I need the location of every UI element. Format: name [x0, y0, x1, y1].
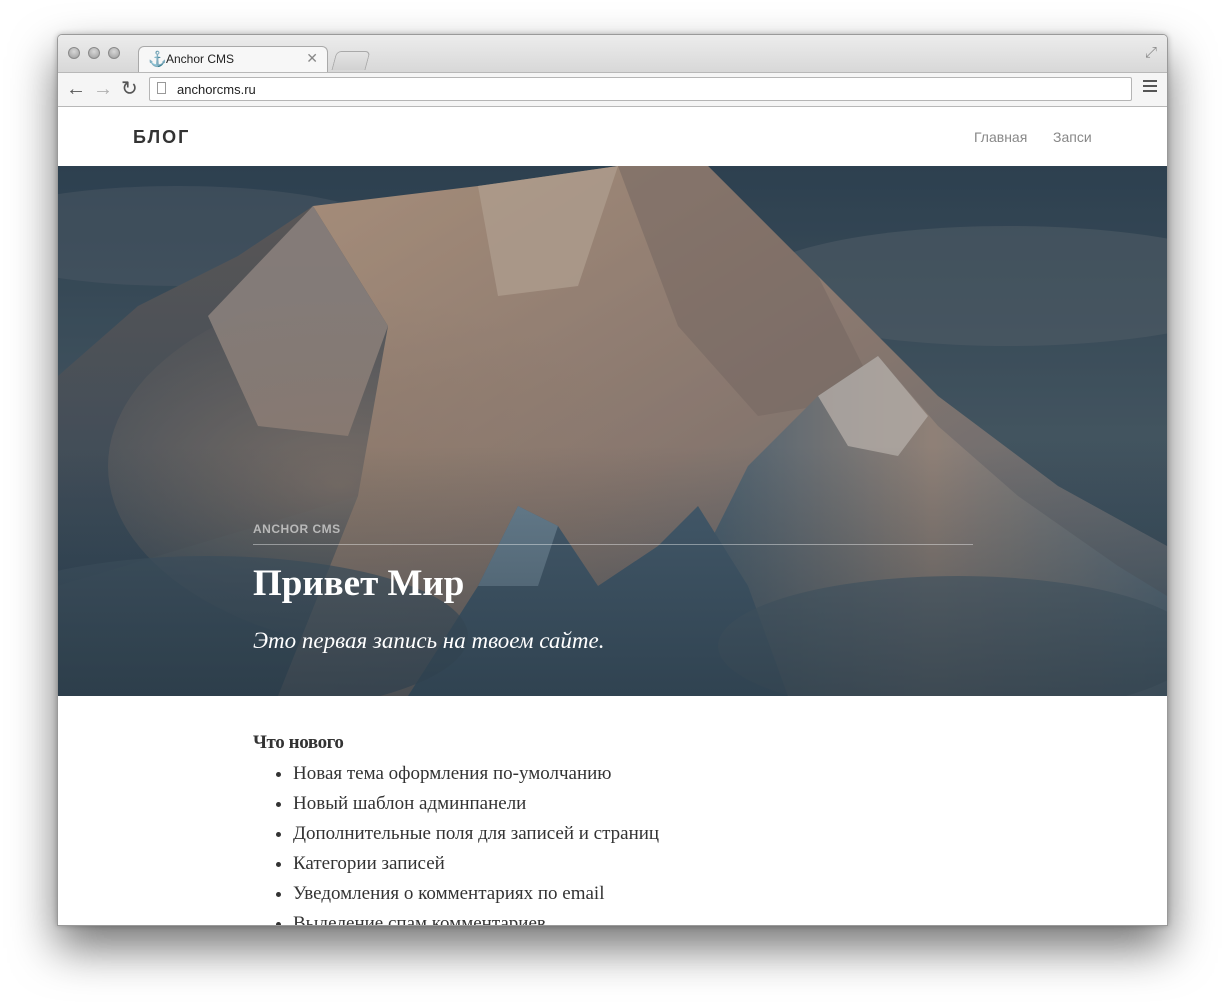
fullscreen-icon[interactable]: ⤢: [1145, 44, 1157, 61]
list-item: Выделение спам комментариев: [293, 909, 953, 925]
list-item: Уведомления о комментариях по email: [293, 879, 953, 909]
feature-list: Новая тема оформления по-умолчанию Новый…: [253, 759, 953, 925]
hero-banner: ANCHOR CMS Привет Мир Это первая запись …: [58, 166, 1167, 696]
post-content: Что нового Новая тема оформления по-умол…: [253, 732, 953, 925]
browser-tab[interactable]: ⚓ Anchor CMS ✕: [138, 46, 328, 72]
forward-arrow-icon[interactable]: →: [93, 77, 113, 101]
list-item: Новый шаблон админпанели: [293, 789, 953, 819]
hero-mountain-image: [58, 166, 1167, 696]
close-icon[interactable]: ✕: [306, 50, 318, 67]
browser-window: ⚓ Anchor CMS ✕ ⤢ ← → ↻ anchorcms.ru БЛОГ…: [57, 34, 1168, 926]
reload-icon[interactable]: ↻: [121, 77, 138, 101]
address-bar[interactable]: anchorcms.ru: [149, 77, 1132, 101]
zoom-window-button[interactable]: [108, 47, 120, 59]
anchor-icon: ⚓: [148, 51, 167, 68]
hamburger-menu-icon[interactable]: [1143, 80, 1157, 94]
nav-link-posts[interactable]: Запси: [1053, 129, 1092, 145]
section-heading: Что нового: [253, 732, 344, 753]
url-text[interactable]: anchorcms.ru: [177, 82, 256, 97]
list-item: Категории записей: [293, 849, 953, 879]
site-header: БЛОГ Главная Запси: [58, 107, 1167, 166]
hero-divider: [253, 544, 973, 545]
page-icon: [157, 82, 166, 94]
back-arrow-icon[interactable]: ←: [66, 77, 86, 101]
post-category[interactable]: ANCHOR CMS: [253, 522, 341, 536]
close-window-button[interactable]: [68, 47, 80, 59]
post-subtitle: Это первая запись на твоем сайте.: [253, 628, 605, 653]
browser-toolbar: ← → ↻ anchorcms.ru: [58, 72, 1167, 107]
nav-link-home[interactable]: Главная: [974, 129, 1027, 145]
title-bar: ⚓ Anchor CMS ✕ ⤢: [58, 35, 1167, 72]
tab-title: Anchor CMS: [166, 52, 235, 66]
site-logo[interactable]: БЛОГ: [133, 127, 190, 148]
post-title[interactable]: Привет Мир: [253, 562, 464, 605]
minimize-window-button[interactable]: [88, 47, 100, 59]
list-item: Новая тема оформления по-умолчанию: [293, 759, 953, 789]
new-tab-button[interactable]: [331, 51, 371, 70]
web-page: БЛОГ Главная Запси ANCHOR CMS Привет Мир…: [58, 107, 1167, 925]
list-item: Дополнительные поля для записей и страни…: [293, 819, 953, 849]
